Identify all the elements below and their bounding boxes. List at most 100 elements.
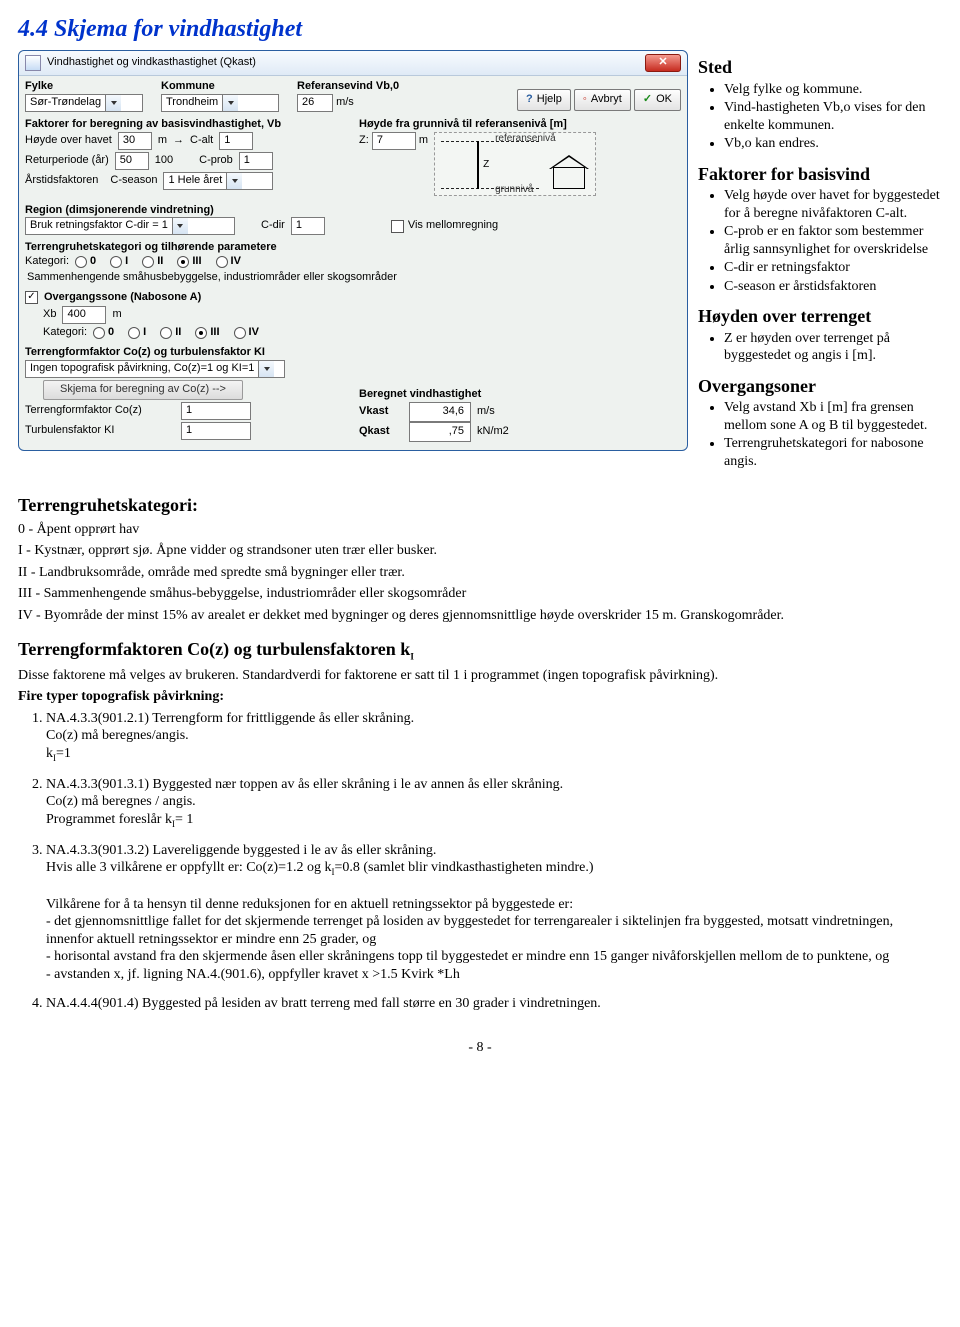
over-radio-IV[interactable]: IV	[234, 326, 259, 340]
cdir-input[interactable]: 1	[291, 217, 325, 235]
kat-label: Kategori:	[25, 255, 69, 269]
basis-header: Faktorer for beregning av basisvindhasti…	[25, 118, 347, 132]
topo-item-4: NA.4.4.4(901.4) Byggested på lesiden av …	[46, 995, 942, 1013]
coz-header: Terrengformfaktor Co(z) og turbulensfakt…	[25, 346, 347, 360]
side-item: C-dir er retningsfaktor	[724, 259, 942, 277]
over-radio-I[interactable]: I	[128, 326, 146, 340]
terr-radio-I[interactable]: I	[110, 255, 128, 269]
fire-heading: Fire typer topografisk påvirkning:	[18, 688, 942, 706]
xb-unit: m	[112, 308, 121, 322]
chevron-down-icon	[258, 361, 274, 377]
region-header: Region (dimsjonerende vindretning)	[25, 204, 681, 218]
terrkat-heading: Terrengruhetskategori:	[18, 494, 942, 517]
fakt-heading: Faktorer for basisvind	[698, 163, 942, 186]
z-unit: m	[419, 134, 428, 146]
region-select[interactable]: Bruk retningsfaktor C-dir = 1	[25, 217, 235, 235]
terr-radio-0[interactable]: 0	[75, 255, 96, 269]
arrow-icon: →	[173, 134, 184, 148]
qkast-unit: kN/m2	[477, 425, 509, 439]
terrkat-item: II - Landbruksområde, område med spredte…	[18, 564, 942, 582]
result-header: Beregnet vindhastighet	[359, 388, 681, 402]
height-diagram: referansenivå grunnivå Z	[434, 132, 596, 196]
vkast-unit: m/s	[477, 405, 495, 419]
kommune-select[interactable]: Trondheim	[161, 94, 279, 112]
titlebar: Vindhastighet og vindkasthastighet (Qkas…	[19, 51, 687, 76]
vkast-label: Vkast	[359, 405, 403, 419]
help-button[interactable]: ?Hjelp	[517, 89, 571, 111]
side-item: Velg fylke og kommune.	[724, 81, 942, 99]
side-item: Z er høyden over terrenget på byggestede…	[724, 330, 942, 365]
xb-input[interactable]: 400	[62, 306, 106, 324]
hund-label: 100	[155, 154, 173, 168]
cseason-select[interactable]: 1 Hele året	[163, 172, 273, 190]
terr-radio-III[interactable]: III	[177, 255, 201, 269]
turb-input[interactable]: 1	[181, 422, 251, 440]
tff-p1: Disse faktorene må velges av brukeren. S…	[18, 667, 942, 685]
z-label: Z:	[359, 134, 369, 146]
retur-label: Returperiode (år)	[25, 154, 109, 168]
over-radio-III[interactable]: III	[195, 326, 219, 340]
over-radio-0[interactable]: 0	[93, 326, 114, 340]
tff-heading: Terrengformfaktoren Co(z) og turbulensfa…	[18, 638, 942, 663]
cdir-label: C-dir	[261, 219, 285, 233]
cprob-input[interactable]: 1	[239, 152, 273, 170]
vismellom-checkbox[interactable]	[391, 220, 404, 233]
calt-input[interactable]: 1	[219, 132, 253, 150]
check-icon: ✓	[643, 93, 652, 107]
side-item: C-season er årstidsfaktoren	[724, 278, 942, 296]
overgang-checkbox[interactable]: ✓	[25, 291, 38, 304]
cancel-button[interactable]: ◦Avbryt	[574, 89, 631, 111]
terr-radio-IV[interactable]: IV	[216, 255, 241, 269]
stop-icon: ◦	[583, 93, 587, 107]
page-footer: - 8 -	[18, 1039, 942, 1057]
tff-input[interactable]: 1	[181, 402, 251, 420]
side-notes: Sted Velg fylke og kommune. Vind-hastigh…	[698, 50, 942, 480]
vismellom-label: Vis mellomregning	[408, 219, 498, 233]
topo-item-3: NA.4.3.3(901.3.2) Lavereliggende byggest…	[46, 842, 942, 984]
ok-button[interactable]: ✓OK	[634, 89, 681, 111]
xb-label: Xb	[43, 308, 56, 322]
chevron-down-icon	[172, 218, 188, 234]
wind-dialog: Vindhastighet og vindkasthastighet (Qkas…	[18, 50, 688, 451]
hoyden-heading: Høyden over terrenget	[698, 305, 942, 328]
coz-select[interactable]: Ingen topografisk påvirkning, Co(z)=1 og…	[25, 360, 285, 378]
help-icon: ?	[526, 93, 533, 107]
terrkat-item: III - Sammenhengende småhus-bebyggelse, …	[18, 585, 942, 603]
side-item: Velg høyde over havet for byggestedet fo…	[724, 187, 942, 222]
diagram-ground-label: grunnivå	[495, 184, 533, 197]
cseason-label: C-season	[110, 174, 157, 188]
coz-calc-button[interactable]: Skjema for beregning av Co(z) -->	[43, 380, 243, 400]
arstid-label: Årstidsfaktoren	[25, 174, 98, 188]
close-button[interactable]: ✕	[645, 54, 681, 72]
side-item: Terrengruhetskategori for nabosone angis…	[724, 435, 942, 470]
app-icon	[25, 55, 41, 71]
over-radio-II[interactable]: II	[160, 326, 181, 340]
terrkat-item: 0 - Åpent opprørt hav	[18, 521, 942, 539]
tff-label: Terrengformfaktor Co(z)	[25, 404, 175, 418]
side-item: Vind-hastigheten Vb,o vises for den enke…	[724, 99, 942, 134]
vb0-input[interactable]: 26	[297, 94, 333, 112]
fylke-select[interactable]: Sør-Trøndelag	[25, 94, 143, 112]
terr-radio-II[interactable]: II	[142, 255, 163, 269]
hoh-unit: m	[158, 134, 167, 148]
side-item: C-prob er en faktor som bestemmer årlig …	[724, 223, 942, 258]
hoh-label: Høyde over havet	[25, 134, 112, 148]
topo-item-1: NA.4.3.3(901.2.1) Terrengform for frittl…	[46, 710, 942, 764]
side-item: Vb,o kan endres.	[724, 135, 942, 153]
topo-item-2: NA.4.3.3(901.3.1) Byggested nær toppen a…	[46, 776, 942, 830]
retur-input[interactable]: 50	[115, 152, 149, 170]
terr-header: Terrengruhetskategori og tilhørende para…	[25, 241, 681, 255]
z-input[interactable]: 7	[372, 132, 416, 150]
terr-desc: Sammenhengende småhusbebyggelse, industr…	[25, 271, 681, 285]
qkast-label: Qkast	[359, 425, 403, 439]
vb0-unit: m/s	[336, 96, 354, 108]
refvind-label: Referansevind Vb,0	[297, 80, 399, 92]
qkast-value: ,75	[409, 422, 471, 442]
hoh-input[interactable]: 30	[118, 132, 152, 150]
terrkat-item: IV - Byområde der minst 15% av arealet e…	[18, 607, 942, 625]
diagram-z-label: Z	[483, 159, 489, 172]
kommune-label: Kommune	[161, 80, 215, 92]
side-item: Velg avstand Xb i [m] fra grensen mellom…	[724, 399, 942, 434]
turb-label: Turbulensfaktor KI	[25, 424, 175, 438]
over-heading: Overgangsoner	[698, 375, 942, 398]
